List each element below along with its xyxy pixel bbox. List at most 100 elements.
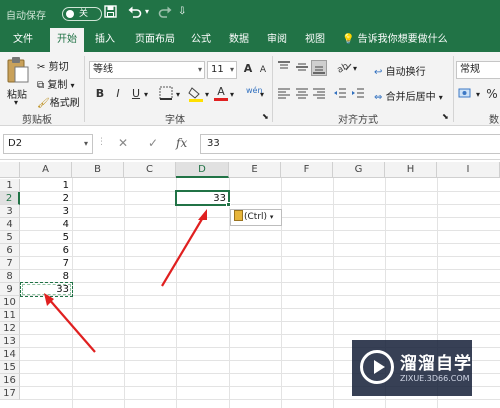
bold-button[interactable]: B: [92, 86, 108, 102]
arrow-to-d2: [161, 209, 207, 287]
font-color-letter: A: [217, 85, 225, 98]
cut-label: 剪切: [48, 62, 69, 73]
insert-function-icon[interactable]: fx: [176, 136, 187, 150]
divider: [84, 56, 85, 122]
save-icon[interactable]: [104, 5, 117, 21]
accounting-dropdown-icon[interactable]: ▾: [476, 90, 480, 99]
watermark-url: ZIXUE.3D66.COM: [400, 374, 470, 383]
lightbulb-icon: 💡: [342, 34, 355, 45]
autosave-label: 自动保存: [6, 11, 46, 22]
percent-style-icon[interactable]: %: [484, 86, 500, 102]
tab-file[interactable]: 文件: [6, 28, 40, 52]
cut-button[interactable]: ✂ 剪切: [37, 58, 69, 73]
tab-view[interactable]: 视图: [300, 28, 330, 52]
paste-dropdown-icon[interactable]: ▾: [14, 98, 18, 107]
paste-icon[interactable]: [6, 56, 32, 86]
merge-center-button[interactable]: ⇔ 合并后居中 ▾: [374, 88, 443, 103]
align-left-icon[interactable]: [276, 86, 292, 102]
wrap-text-button[interactable]: ↩ 自动换行: [374, 63, 426, 78]
tell-me-box[interactable]: 💡 告诉我你想要做什么: [342, 28, 448, 52]
copy-label: 复制: [47, 80, 68, 91]
formula-bar: D2 ▾ ⋮ ✕ ✓ fx 33: [0, 126, 500, 160]
number-group-label: 数: [489, 115, 499, 126]
borders-dropdown-icon[interactable]: ▾: [176, 90, 180, 99]
phonetic-dropdown-icon[interactable]: ▾: [260, 90, 264, 99]
undo-icon[interactable]: [128, 5, 142, 21]
underline-dropdown-icon[interactable]: ▾: [144, 90, 148, 99]
enter-icon[interactable]: ✓: [148, 136, 158, 150]
tab-page-layout[interactable]: 页面布局: [130, 28, 180, 52]
tell-me-text: 告诉我你想要做什么: [357, 34, 448, 45]
align-bottom-icon[interactable]: [311, 60, 327, 76]
paste-options-button[interactable]: (Ctrl) ▾: [230, 209, 282, 226]
font-color-icon[interactable]: A: [213, 84, 229, 101]
merge-icon: ⇔: [374, 92, 383, 103]
accounting-format-icon[interactable]: [458, 86, 474, 102]
merge-center-label: 合并后居中: [385, 92, 436, 103]
paste-icon: [234, 210, 243, 221]
cancel-icon[interactable]: ✕: [118, 136, 128, 150]
arrow-to-a9: [44, 293, 96, 353]
divider: [453, 56, 454, 122]
orientation-dropdown-icon[interactable]: ▾: [353, 64, 357, 73]
copy-icon: ⧉: [37, 80, 45, 91]
divider: [272, 56, 273, 122]
shrink-font-icon[interactable]: A: [255, 62, 271, 78]
italic-button[interactable]: I: [110, 86, 126, 102]
font-color-dropdown-icon[interactable]: ▾: [230, 90, 234, 99]
tab-insert[interactable]: 插入: [88, 28, 122, 52]
chevron-down-icon: ▾: [229, 65, 234, 74]
copy-dropdown-icon: ▾: [70, 81, 75, 90]
font-size-value: 11: [211, 64, 224, 75]
name-box[interactable]: D2 ▾: [3, 134, 93, 154]
tab-home[interactable]: 开始: [50, 28, 84, 52]
toggle-knob: [66, 10, 74, 18]
scissors-icon: ✂: [37, 62, 46, 73]
number-format-select[interactable]: 常规: [456, 61, 500, 79]
wrap-text-label: 自动换行: [385, 67, 426, 78]
chevron-down-icon: ▾: [83, 139, 88, 148]
orientation-icon[interactable]: ab: [336, 60, 352, 76]
title-bar: 自动保存 关 ▾ ⇩: [0, 0, 500, 28]
watermark: 溜溜自学 ZIXUE.3D66.COM: [352, 340, 472, 396]
decrease-indent-icon[interactable]: [332, 86, 348, 102]
tab-formulas[interactable]: 公式: [186, 28, 216, 52]
autosave-toggle[interactable]: 关: [62, 7, 102, 21]
align-right-icon[interactable]: [311, 86, 327, 102]
font-size-select[interactable]: 11 ▾: [207, 61, 237, 79]
copy-button[interactable]: ⧉ 复制 ▾: [37, 76, 75, 91]
formula-bar-grip-icon: ⋮: [97, 137, 106, 147]
alignment-dialog-launcher-icon[interactable]: ⬊: [442, 112, 449, 121]
underline-button[interactable]: U: [128, 86, 144, 102]
align-center-icon[interactable]: [294, 86, 310, 102]
wrap-icon: ↩: [374, 67, 383, 78]
redo-icon[interactable]: [158, 5, 172, 21]
align-top-icon[interactable]: [276, 60, 292, 76]
alignment-group-label: 对齐方式: [338, 115, 378, 126]
increase-indent-icon[interactable]: [350, 86, 366, 102]
align-middle-icon[interactable]: [294, 60, 310, 76]
tab-review[interactable]: 审阅: [262, 28, 292, 52]
clipboard-group-label: 剪贴板: [22, 115, 52, 126]
font-name-select[interactable]: 等线 ▾: [89, 61, 205, 79]
formula-input[interactable]: 33: [200, 134, 500, 154]
number-format-value: 常规: [460, 64, 480, 75]
autosave-state: 关: [79, 9, 89, 19]
customize-quick-access-icon[interactable]: ⇩: [178, 6, 186, 17]
ribbon-tabs: 文件 开始 插入 页面布局 公式 数据 审阅 视图 💡 告诉我你想要做什么: [0, 28, 500, 52]
fill-color-icon[interactable]: [188, 86, 204, 102]
font-dialog-launcher-icon[interactable]: ⬊: [262, 112, 269, 121]
fill-color-dropdown-icon[interactable]: ▾: [205, 90, 209, 99]
font-name-value: 等线: [93, 64, 113, 75]
play-logo-icon: [360, 350, 394, 384]
watermark-title: 溜溜自学: [400, 354, 472, 374]
undo-dropdown-icon[interactable]: ▾: [145, 7, 149, 16]
brush-icon: 🖌: [37, 98, 50, 109]
format-painter-button[interactable]: 🖌格式刷: [37, 94, 80, 109]
chevron-down-icon: ▾: [269, 213, 274, 221]
name-box-value: D2: [8, 138, 23, 149]
grow-font-icon[interactable]: A: [240, 61, 256, 77]
borders-icon[interactable]: [158, 86, 174, 102]
chevron-down-icon: ▾: [197, 65, 202, 74]
tab-data[interactable]: 数据: [224, 28, 254, 52]
